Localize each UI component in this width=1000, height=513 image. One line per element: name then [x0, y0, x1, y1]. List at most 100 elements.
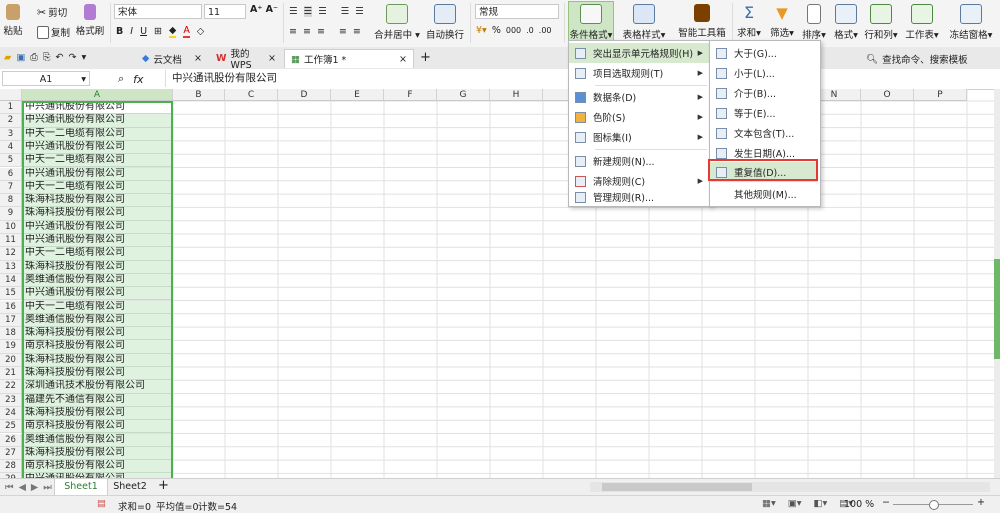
- sort-button[interactable]: 排序▾: [800, 2, 828, 41]
- align-center-icon[interactable]: ≡: [303, 26, 311, 37]
- align-bottom-icon[interactable]: ☰: [318, 6, 327, 17]
- row-col-button[interactable]: 行和列▾: [864, 2, 898, 41]
- row-header[interactable]: 4: [0, 140, 22, 155]
- column-header[interactable]: B: [173, 89, 225, 101]
- italic-icon[interactable]: I: [130, 26, 133, 37]
- format-button[interactable]: 格式▾: [832, 2, 860, 41]
- cell-a[interactable]: 中兴通讯股份有限公司: [22, 234, 173, 248]
- row-header[interactable]: 13: [0, 260, 22, 274]
- cut-button[interactable]: ✂ 剪切: [37, 5, 67, 20]
- row-header[interactable]: 21: [0, 367, 22, 381]
- close-icon[interactable]: ×: [399, 54, 407, 65]
- column-header[interactable]: E: [331, 89, 384, 101]
- sheet-tab-sheet1[interactable]: Sheet1: [54, 479, 108, 496]
- percent-button[interactable]: %: [492, 25, 501, 36]
- next-sheet-icon[interactable]: ▶: [31, 482, 38, 493]
- column-header[interactable]: O: [861, 89, 914, 101]
- select-all-corner[interactable]: [0, 89, 22, 101]
- column-header[interactable]: A: [22, 89, 173, 101]
- zoom-level[interactable]: 100 %: [844, 499, 874, 510]
- row-header[interactable]: 9: [0, 207, 22, 221]
- submenu-item-equal-to[interactable]: 等于(E)...: [710, 103, 818, 123]
- print-preview-icon[interactable]: ⎘: [43, 52, 51, 63]
- font-size-select[interactable]: 11: [204, 4, 246, 19]
- cell-a[interactable]: 南京科技股份有限公司: [22, 340, 173, 354]
- row-header[interactable]: 19: [0, 340, 22, 354]
- cell-a[interactable]: 珠海科技股份有限公司: [22, 406, 173, 421]
- row-header[interactable]: 10: [0, 220, 22, 234]
- row-header[interactable]: 17: [0, 313, 22, 328]
- column-header[interactable]: F: [384, 89, 437, 101]
- cell-a[interactable]: 珠海科技股份有限公司: [22, 207, 173, 221]
- cell-a[interactable]: 奥维通信股份有限公司: [22, 273, 173, 288]
- column-header[interactable]: C: [225, 89, 278, 101]
- row-header[interactable]: 22: [0, 380, 22, 394]
- zoom-in-icon[interactable]: +: [977, 497, 985, 508]
- normal-view-icon[interactable]: ▦▾: [762, 498, 776, 509]
- column-header[interactable]: H: [490, 89, 543, 101]
- row-header[interactable]: 25: [0, 420, 22, 434]
- currency-icon[interactable]: ¥▾: [476, 25, 487, 36]
- cell-a[interactable]: 奥维通信股份有限公司: [22, 433, 173, 447]
- row-header[interactable]: 26: [0, 433, 22, 447]
- tab-cloud-docs[interactable]: ◆ 云文档 ×: [136, 49, 208, 68]
- row-header[interactable]: 1: [0, 101, 22, 115]
- vertical-scrollbar[interactable]: [994, 89, 1000, 478]
- close-icon[interactable]: ×: [268, 53, 276, 64]
- align-left-icon[interactable]: ≡: [289, 26, 297, 37]
- sheet-tab-sheet2[interactable]: Sheet2: [108, 479, 152, 495]
- align-top-icon[interactable]: ☰: [289, 6, 298, 17]
- zoom-slider-thumb[interactable]: [929, 500, 939, 510]
- page-break-icon[interactable]: ◧▾: [814, 498, 828, 509]
- filter-button[interactable]: ▼ 筛选▾: [768, 2, 796, 39]
- prev-sheet-icon[interactable]: ◀: [19, 482, 26, 493]
- merge-center-button[interactable]: 合并居中 ▾: [374, 2, 420, 41]
- spreadsheet-grid[interactable]: ABCDEFGHIJKLMNOP 1中兴通讯股份有限公司2中兴通讯股份有限公司3…: [0, 89, 994, 478]
- cell-a[interactable]: 中天一二电缆有限公司: [22, 247, 173, 261]
- cell-a[interactable]: 中兴通讯股份有限公司: [22, 101, 173, 115]
- cell-a[interactable]: 奥维通信股份有限公司: [22, 313, 173, 328]
- new-tab-button[interactable]: +: [420, 50, 431, 65]
- save-icon[interactable]: ▣: [16, 52, 25, 63]
- column-header[interactable]: P: [914, 89, 967, 101]
- cell-a[interactable]: 深圳通讯技术股份有限公司: [22, 380, 173, 394]
- menu-item-color-scales[interactable]: 色阶(S) ▶: [569, 107, 709, 127]
- row-header[interactable]: 3: [0, 127, 22, 141]
- thousands-button[interactable]: 000: [506, 26, 521, 35]
- cell-a[interactable]: 中兴通讯股份有限公司: [22, 114, 173, 128]
- sum-button[interactable]: Σ 求和▾: [736, 2, 762, 40]
- redo-icon[interactable]: ↷: [68, 52, 76, 63]
- search-commands[interactable]: 🔍︎ 查找命令、搜索模板: [866, 52, 968, 67]
- page-layout-icon[interactable]: ▣▾: [788, 498, 802, 509]
- align-middle-icon[interactable]: ☰: [303, 6, 313, 17]
- font-color-icon[interactable]: A: [183, 25, 190, 38]
- clear-format-icon[interactable]: ◇: [197, 26, 204, 37]
- row-header[interactable]: 8: [0, 194, 22, 208]
- submenu-item-less-than[interactable]: 小于(L)...: [710, 63, 818, 83]
- print-icon[interactable]: ⎙: [30, 52, 38, 63]
- decrease-decimal-icon[interactable]: .00: [539, 26, 552, 35]
- cell-a[interactable]: 中天一二电缆有限公司: [22, 180, 173, 195]
- column-header[interactable]: G: [437, 89, 490, 101]
- scrollbar-thumb[interactable]: [994, 259, 1000, 359]
- row-header[interactable]: 5: [0, 154, 22, 168]
- copy-button[interactable]: 复制: [37, 25, 70, 39]
- number-format-select[interactable]: 常规: [475, 4, 559, 19]
- tab-workbook1[interactable]: ▦ 工作簿1 * ×: [284, 49, 414, 68]
- row-header[interactable]: 27: [0, 446, 22, 461]
- row-header[interactable]: 12: [0, 247, 22, 261]
- cell-a[interactable]: 珠海科技股份有限公司: [22, 446, 173, 461]
- paste-button[interactable]: 粘贴: [2, 2, 24, 37]
- font-name-select[interactable]: 宋体: [114, 4, 202, 19]
- distributed-icon[interactable]: ≡: [353, 26, 361, 37]
- row-header[interactable]: 2: [0, 114, 22, 128]
- horizontal-scrollbar[interactable]: [590, 482, 990, 492]
- tab-my-wps[interactable]: W 我的WPS ×: [210, 49, 282, 71]
- format-painter-button[interactable]: 格式刷: [74, 2, 106, 37]
- table-style-button[interactable]: 表格样式▾: [620, 2, 668, 41]
- cell-a[interactable]: 珠海科技股份有限公司: [22, 367, 173, 381]
- row-header[interactable]: 20: [0, 353, 22, 367]
- bold-icon[interactable]: B: [116, 26, 123, 37]
- submenu-item-between[interactable]: 介于(B)...: [710, 83, 818, 103]
- open-icon[interactable]: ▰: [4, 52, 11, 63]
